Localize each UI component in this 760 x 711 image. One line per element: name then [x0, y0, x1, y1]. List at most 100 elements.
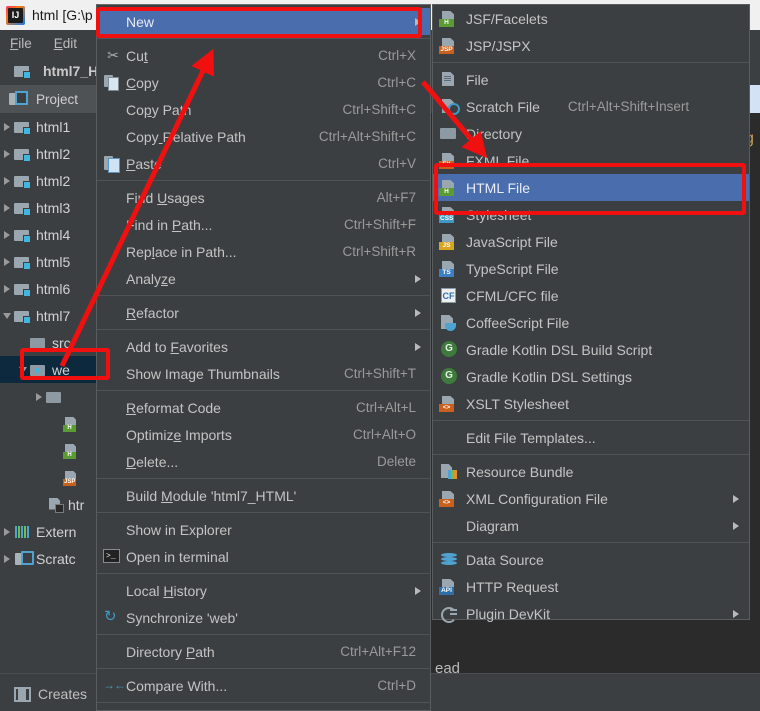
- compare-icon: →←: [103, 678, 126, 692]
- submenu-item-plugin-devkit[interactable]: Plugin DevKit: [433, 600, 749, 627]
- tree-item-label: html5: [36, 253, 71, 270]
- submenu-item-xml-configuration-file[interactable]: <> XML Configuration File: [433, 485, 749, 512]
- menu-item-reformat-code[interactable]: Reformat Code Ctrl+Alt+L: [97, 394, 430, 421]
- menu-item-show-in-explorer[interactable]: Show in Explorer: [97, 516, 430, 543]
- tree-row[interactable]: html4: [0, 221, 96, 248]
- submenu-item-http-request[interactable]: API HTTP Request: [433, 573, 749, 600]
- submenu-item-xslt-stylesheet[interactable]: <> XSLT Stylesheet: [433, 390, 749, 417]
- menu-item-copy-relative-path[interactable]: Copy Relative Path Ctrl+Alt+Shift+C: [97, 123, 430, 150]
- tree-twisty-icon[interactable]: [0, 554, 14, 563]
- libraries-icon: [14, 524, 31, 540]
- menu-item-open-in-terminal[interactable]: >_ Open in terminal: [97, 543, 430, 570]
- tree-twisty-icon[interactable]: [0, 527, 14, 536]
- menu-item-refactor[interactable]: Refactor: [97, 299, 430, 326]
- menu-item-directory-path[interactable]: Directory Path Ctrl+Alt+F12: [97, 638, 430, 665]
- tree-row[interactable]: html2: [0, 167, 96, 194]
- submenu-item-label: Scratch File: [466, 98, 540, 115]
- submenu-item-label: JSF/Facelets: [466, 10, 548, 27]
- tree-row[interactable]: H: [0, 437, 96, 464]
- menu-item-compare-with[interactable]: →← Compare With... Ctrl+D: [97, 672, 430, 699]
- tree-item-label: Extern: [36, 523, 77, 540]
- menu-item-replace-in-path[interactable]: Replace in Path... Ctrl+Shift+R: [97, 238, 430, 265]
- submenu-item-gradle-kotlin-dsl-settings[interactable]: G Gradle Kotlin DSL Settings: [433, 363, 749, 390]
- menu-item-synchronize-web[interactable]: ↻ Synchronize 'web': [97, 604, 430, 631]
- tree-twisty-icon[interactable]: [32, 392, 46, 401]
- menu-item-local-history[interactable]: Local History: [97, 577, 430, 604]
- tree-twisty-icon[interactable]: [0, 284, 14, 293]
- menu-item-find-in-path[interactable]: Find in Path... Ctrl+Shift+F: [97, 211, 430, 238]
- tree-row[interactable]: we: [0, 356, 96, 383]
- menubar-item-file[interactable]: File: [10, 36, 32, 51]
- menu-item-cut[interactable]: ✂ Cut Ctrl+X: [97, 42, 430, 69]
- menu-item-build-module-html7-html[interactable]: Build Module 'html7_HTML': [97, 482, 430, 509]
- tree-twisty-icon[interactable]: [0, 176, 14, 185]
- tab-project[interactable]: Project: [0, 85, 96, 113]
- menu-item-optimize-imports[interactable]: Optimize Imports Ctrl+Alt+O: [97, 421, 430, 448]
- tree-row[interactable]: html6: [0, 275, 96, 302]
- menu-item-label: Refactor: [126, 304, 179, 321]
- submenu-item-scratch-file[interactable]: Scratch File Ctrl+Alt+Shift+Insert: [433, 93, 749, 120]
- folder-icon: [30, 335, 47, 351]
- context-menu[interactable]: New ✂ Cut Ctrl+X Copy Ctrl+C Copy Path Ctrl+Shi…: [96, 4, 431, 711]
- menu-item-show-image-thumbnails[interactable]: Show Image Thumbnails Ctrl+Shift+T: [97, 360, 430, 387]
- new-submenu[interactable]: H JSF/Facelets JSP JSP/JSPX File Scratch File…: [432, 4, 750, 622]
- tree-twisty-icon[interactable]: [0, 312, 14, 319]
- submenu-item-file[interactable]: File: [433, 66, 749, 93]
- menu-separator: [97, 668, 430, 669]
- menu-item-paste[interactable]: Paste Ctrl+V: [97, 150, 430, 177]
- submenu-separator: [433, 62, 749, 63]
- tree-row[interactable]: Extern: [0, 518, 96, 545]
- submenu-item-html-file[interactable]: H HTML File: [433, 174, 749, 201]
- submenu-item-cfml-cfc-file[interactable]: CF CFML/CFC file: [433, 282, 749, 309]
- submenu-item-jsp-jspx[interactable]: JSP JSP/JSPX: [433, 32, 749, 59]
- tree-row[interactable]: html1: [0, 113, 96, 140]
- menu-item-copy[interactable]: Copy Ctrl+C: [97, 69, 430, 96]
- tree-row[interactable]: src: [0, 329, 96, 356]
- tree-twisty-icon[interactable]: [0, 230, 14, 239]
- tree-row[interactable]: html3: [0, 194, 96, 221]
- tree-row[interactable]: [0, 383, 96, 410]
- submenu-item-directory[interactable]: Directory: [433, 120, 749, 147]
- menu-item-find-usages[interactable]: Find Usages Alt+F7: [97, 184, 430, 211]
- module-folder-icon: [14, 119, 31, 135]
- submenu-item-typescript-file[interactable]: TS TypeScript File: [433, 255, 749, 282]
- submenu-item-resource-bundle[interactable]: Resource Bundle: [433, 458, 749, 485]
- menubar-item-edit[interactable]: Edit: [54, 36, 77, 51]
- tree-item-label: html6: [36, 280, 71, 297]
- menu-item-load-unload-modules[interactable]: Load/Unload Modules...: [97, 706, 430, 711]
- jsp-file-icon: JSP: [438, 37, 466, 54]
- submenu-item-stylesheet[interactable]: CSS Stylesheet: [433, 201, 749, 228]
- menu-item-add-to-favorites[interactable]: Add to Favorites: [97, 333, 430, 360]
- submenu-item-label: HTTP Request: [466, 578, 559, 595]
- menu-item-analyze[interactable]: Analyze: [97, 265, 430, 292]
- chevron-right-icon: [4, 176, 10, 185]
- menu-item-copy-path[interactable]: Copy Path Ctrl+Shift+C: [97, 96, 430, 123]
- tree-twisty-icon[interactable]: [0, 149, 14, 158]
- tree-row[interactable]: html5: [0, 248, 96, 275]
- menu-item-new[interactable]: New: [97, 8, 430, 35]
- submenu-item-javascript-file[interactable]: JS JavaScript File: [433, 228, 749, 255]
- project-tree[interactable]: html1 html2 html2 html3 html4 html5 html6 html7…: [0, 113, 96, 673]
- tree-twisty-icon[interactable]: [0, 203, 14, 212]
- submenu-item-jsf-facelets[interactable]: H JSF/Facelets: [433, 5, 749, 32]
- tree-row[interactable]: html2: [0, 140, 96, 167]
- submenu-item-diagram[interactable]: Diagram: [433, 512, 749, 539]
- submenu-item-data-source[interactable]: Data Source: [433, 546, 749, 573]
- menu-separator: [97, 180, 430, 181]
- menu-item-label: Optimize Imports: [126, 426, 232, 443]
- tree-row[interactable]: JSP: [0, 464, 96, 491]
- tree-row[interactable]: htr: [0, 491, 96, 518]
- submenu-item-coffeescript-file[interactable]: CoffeeScript File: [433, 309, 749, 336]
- file-icon: [438, 71, 466, 88]
- tree-row[interactable]: H: [0, 410, 96, 437]
- tree-twisty-icon[interactable]: [16, 366, 30, 373]
- tree-row[interactable]: html7: [0, 302, 96, 329]
- submenu-item-edit-file-templates[interactable]: Edit File Templates...: [433, 424, 749, 451]
- tree-row[interactable]: Scratc: [0, 545, 96, 572]
- submenu-item-gradle-kotlin-dsl-build-script[interactable]: G Gradle Kotlin DSL Build Script: [433, 336, 749, 363]
- resource-bundle-icon: [438, 463, 466, 480]
- tree-twisty-icon[interactable]: [0, 122, 14, 131]
- submenu-item-fxml-file[interactable]: FX FXML File: [433, 147, 749, 174]
- menu-item-delete[interactable]: Delete... Delete: [97, 448, 430, 475]
- tree-twisty-icon[interactable]: [0, 257, 14, 266]
